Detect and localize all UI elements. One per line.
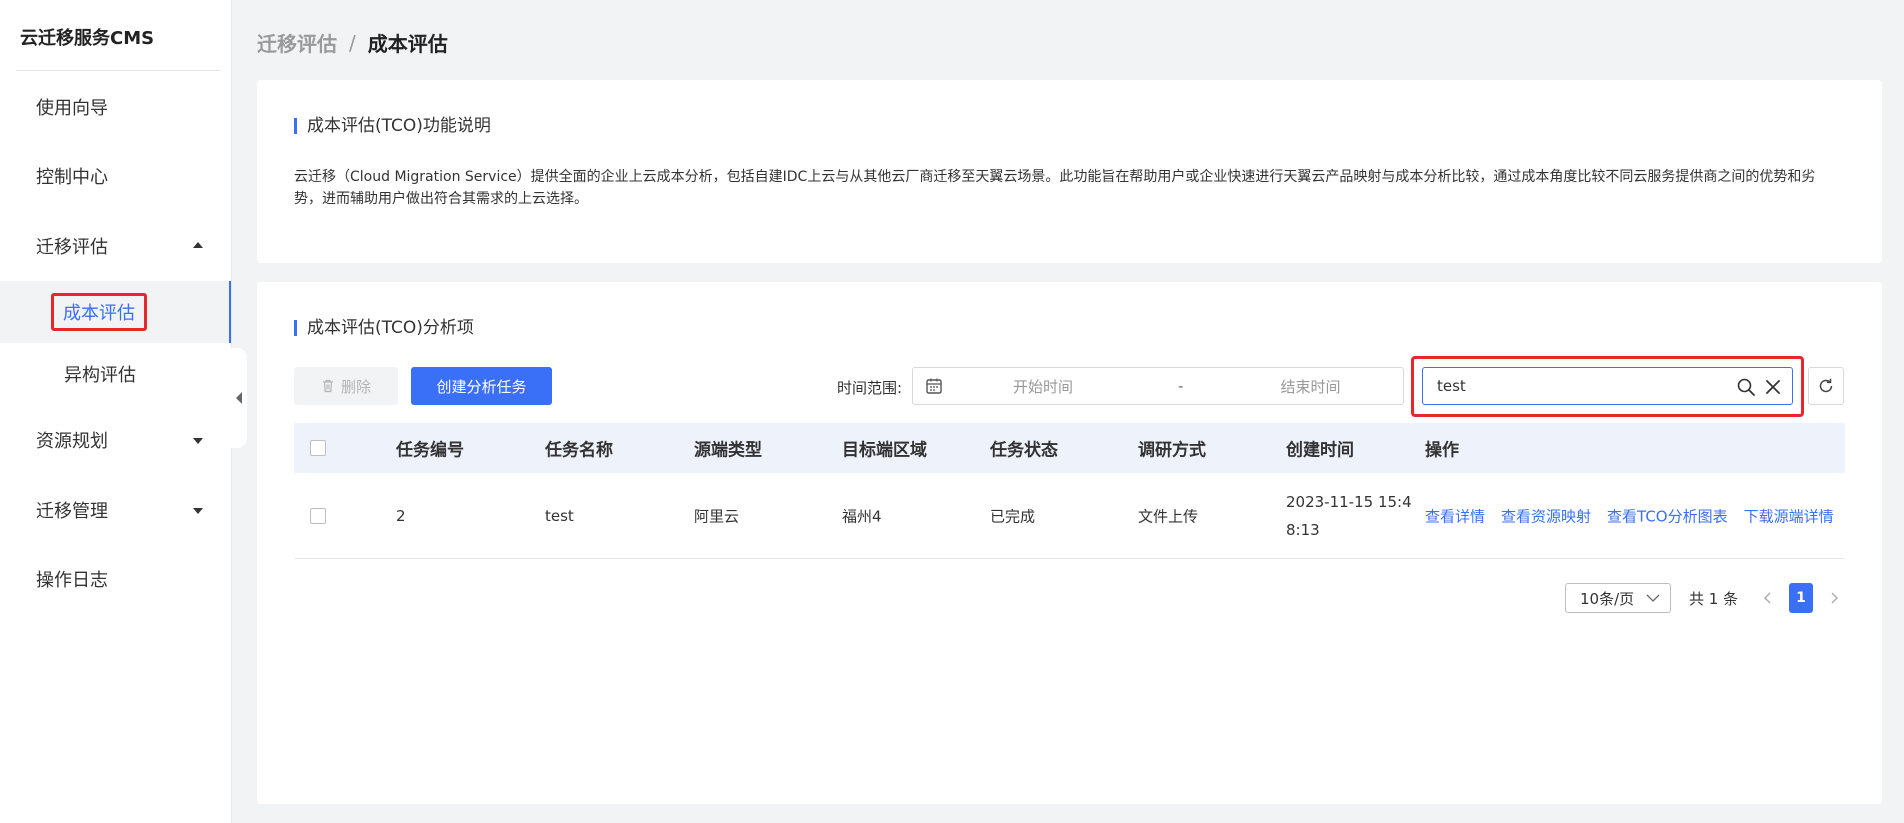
- sidebar-item-control-center[interactable]: 控制中心: [0, 148, 231, 204]
- start-time-input[interactable]: 开始时间: [1013, 376, 1073, 397]
- view-tco-chart-link[interactable]: 查看TCO分析图表: [1607, 505, 1728, 526]
- column-header: 调研方式: [1138, 440, 1206, 461]
- breadcrumb-parent-link[interactable]: 迁移评估: [257, 28, 337, 57]
- search-input[interactable]: [1435, 376, 1739, 396]
- sidebar-item-label: 使用向导: [36, 98, 108, 119]
- row-actions: 查看详情 查看资源映射 查看TCO分析图表 下载源端详情: [1425, 505, 1834, 526]
- chevron-down-icon: [1646, 594, 1660, 602]
- app-title: 云迁移服务CMS: [20, 28, 155, 49]
- sidebar-item-operation-log[interactable]: 操作日志: [0, 551, 231, 607]
- view-details-link[interactable]: 查看详情: [1425, 505, 1485, 526]
- date-range-picker[interactable]: 开始时间 - 结束时间: [912, 367, 1404, 405]
- task-status: 已完成: [990, 507, 1036, 525]
- total-count: 共 1 条: [1689, 590, 1739, 608]
- source-type: 阿里云: [694, 507, 740, 525]
- delete-button[interactable]: 删除: [294, 367, 398, 405]
- divider: [16, 70, 221, 71]
- survey-method: 文件上传: [1138, 507, 1199, 525]
- time-range-label: 时间范围:: [837, 379, 903, 397]
- sidebar-item-heterogeneous-assessment[interactable]: 异构评估: [0, 343, 231, 405]
- column-header: 创建时间: [1286, 440, 1354, 461]
- search-icon[interactable]: [1736, 377, 1756, 397]
- sidebar-item-guide[interactable]: 使用向导: [0, 79, 231, 135]
- task-id: 2: [396, 506, 406, 525]
- create-task-button[interactable]: 创建分析任务: [411, 367, 552, 405]
- column-header: 目标端区域: [842, 440, 927, 461]
- sidebar-item-label: 成本评估: [51, 293, 147, 331]
- column-header: 操作: [1425, 440, 1459, 461]
- table-row: 2 test 阿里云 福州4 已完成 文件上传 2023-11-15 15:48…: [294, 473, 1845, 559]
- next-page-icon[interactable]: [1825, 589, 1843, 607]
- chevron-up-icon: [193, 242, 203, 248]
- created-time: 2023-11-15 15:48:13: [1286, 492, 1412, 539]
- info-title: 成本评估(TCO)功能说明: [294, 118, 491, 135]
- sidebar-item-label: 资源规划: [36, 431, 108, 452]
- delete-button-label: 删除: [340, 377, 371, 396]
- breadcrumb: 迁移评估 / 成本评估: [257, 28, 448, 57]
- view-resource-mapping-link[interactable]: 查看资源映射: [1501, 505, 1591, 526]
- sidebar-item-resource-planning[interactable]: 资源规划: [0, 412, 231, 468]
- breadcrumb-separator: /: [349, 30, 356, 55]
- sidebar-item-label: 控制中心: [36, 167, 108, 188]
- analysis-card: 成本评估(TCO)分析项 删除 创建分析任务 时间范围: 开始时间 - 结束时间: [257, 282, 1882, 804]
- page-size-select[interactable]: 10条/页: [1565, 583, 1671, 613]
- download-source-details-link[interactable]: 下载源端详情: [1744, 505, 1834, 526]
- sidebar-item-label: 迁移评估: [36, 237, 108, 258]
- info-description: 云迁移（Cloud Migration Service）提供全面的企业上云成本分…: [294, 169, 1816, 207]
- sidebar-item-label: 迁移管理: [36, 501, 108, 522]
- column-header: 任务名称: [545, 440, 613, 461]
- breadcrumb-current: 成本评估: [367, 32, 448, 56]
- sidebar-item-cost-assessment[interactable]: 成本评估: [0, 281, 231, 343]
- sidebar-item-migration-assessment[interactable]: 迁移评估: [0, 218, 231, 274]
- select-all-checkbox[interactable]: [310, 440, 326, 456]
- column-header: 源端类型: [694, 440, 762, 461]
- close-icon[interactable]: [1763, 377, 1783, 397]
- trash-icon: [322, 379, 333, 393]
- search-box[interactable]: [1422, 367, 1793, 405]
- sidebar-item-label: 异构评估: [64, 365, 136, 386]
- info-card: 成本评估(TCO)功能说明 云迁移（Cloud Migration Servic…: [257, 80, 1882, 263]
- refresh-button[interactable]: [1808, 367, 1844, 405]
- column-header: 任务状态: [990, 440, 1058, 461]
- caret-left-icon: [236, 392, 242, 404]
- chevron-down-icon: [193, 438, 203, 444]
- chevron-down-icon: [193, 508, 203, 514]
- target-region: 福州4: [842, 507, 882, 525]
- table-header: 任务编号 任务名称 源端类型 目标端区域 任务状态 调研方式 创建时间 操作: [294, 423, 1845, 473]
- page-size-value: 10条/页: [1580, 589, 1635, 608]
- end-time-input[interactable]: 结束时间: [1280, 376, 1340, 397]
- task-name: test: [545, 506, 574, 525]
- range-separator: -: [1178, 377, 1184, 395]
- sidebar: 云迁移服务CMS 使用向导 控制中心 迁移评估 成本评估 异构评估 资源规划 迁…: [0, 0, 232, 823]
- page-number-button[interactable]: 1: [1789, 583, 1813, 613]
- calendar-icon: [926, 378, 942, 394]
- search-highlight: [1411, 356, 1804, 417]
- sidebar-item-migration-management[interactable]: 迁移管理: [0, 482, 231, 538]
- analysis-title: 成本评估(TCO)分析项: [294, 320, 474, 337]
- prev-page-icon[interactable]: [1759, 589, 1777, 607]
- sidebar-item-label: 操作日志: [36, 570, 108, 591]
- refresh-icon: [1819, 378, 1833, 393]
- sidebar-collapse-button[interactable]: [231, 348, 247, 448]
- column-header: 任务编号: [396, 440, 464, 461]
- row-checkbox[interactable]: [310, 507, 326, 524]
